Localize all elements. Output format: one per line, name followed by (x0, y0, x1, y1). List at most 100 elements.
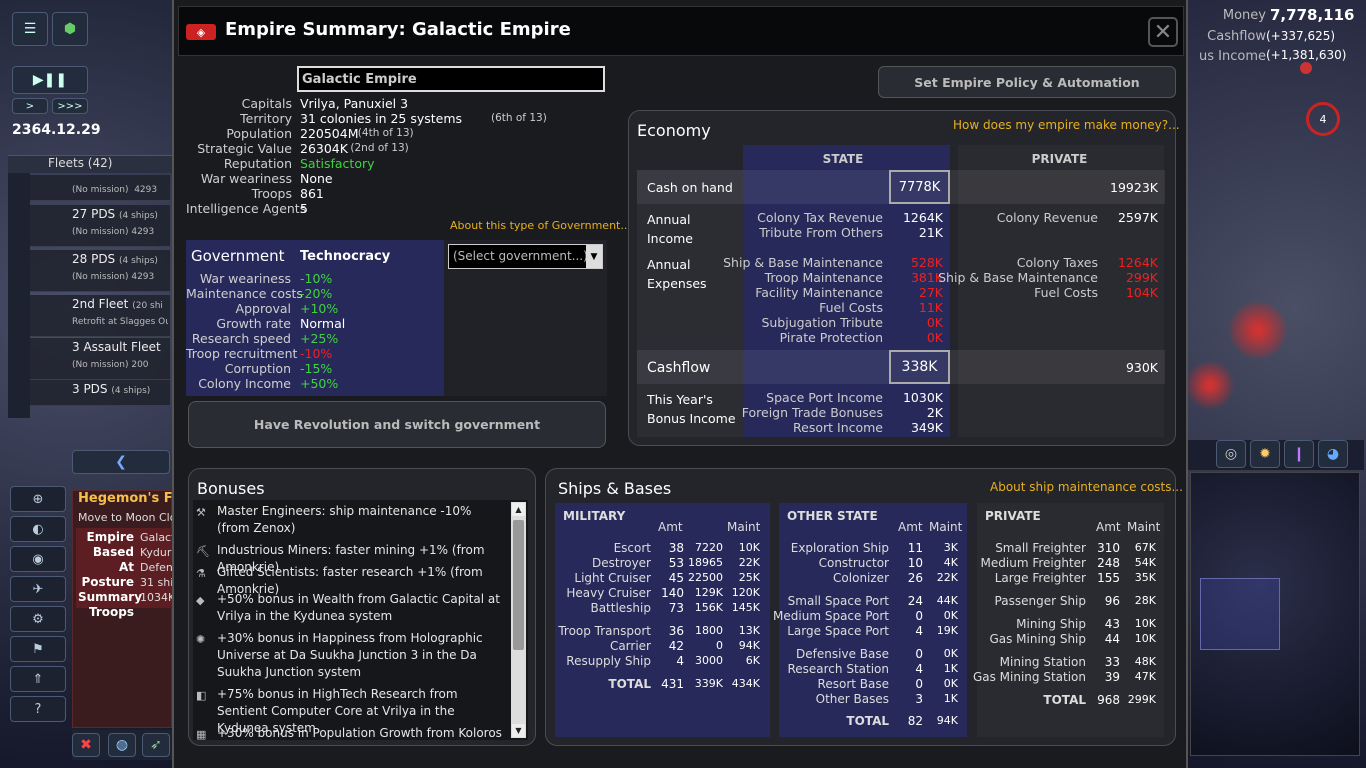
government-modifier-label: Maintenance costs (186, 286, 303, 301)
dialog-title: Empire Summary: Galactic Empire (225, 19, 571, 40)
flag-icon[interactable]: ⚑ (10, 636, 66, 662)
empire-info-value: Vrilya, Panuxiel 3 (300, 96, 409, 111)
empire-info-rank: (2nd of 13) (350, 142, 409, 154)
list-item[interactable]: 3 Assault Fleet (No mission) 200 (30, 338, 170, 380)
fuel-icon[interactable]: ◍ (108, 733, 136, 757)
private-ship-amount: 96 (1104, 594, 1120, 608)
help-hex-icon[interactable]: ⬢ (52, 12, 88, 46)
speed-fastest-button[interactable]: >>> (52, 98, 88, 114)
economy-line-label: Foreign Trade Bonuses (741, 405, 883, 420)
empire-info-value: 220504M (300, 126, 359, 141)
question-icon[interactable]: ? (10, 696, 66, 722)
list-item[interactable]: 28 PDS (4 ships) (No mission) 4293 (30, 250, 170, 292)
ships-title: Ships & Bases (558, 479, 672, 498)
private-ship-name: Large Freighter (994, 571, 1086, 585)
enemy-marker-icon[interactable]: 4 (1306, 102, 1340, 136)
scroll-down-icon[interactable]: ▼ (512, 724, 525, 737)
economy-line-value: 11K (918, 300, 943, 315)
gear-icon[interactable]: ⚙ (10, 606, 66, 632)
target-icon[interactable]: ⊕ (10, 486, 66, 512)
star-icon[interactable]: ✹ (1250, 440, 1280, 468)
eye-icon[interactable]: ◉ (10, 546, 66, 572)
state-header: STATE (822, 152, 864, 166)
annual-expenses-label: Annual Expenses (647, 257, 707, 291)
government-select[interactable]: (Select government...) ▼ (448, 244, 603, 269)
economy-line-value: 0K (926, 315, 943, 330)
military-title: MILITARY (563, 509, 626, 523)
scrollbar-thumb[interactable] (513, 520, 524, 650)
government-modifier-label: Corruption (224, 361, 291, 376)
economy-help-link[interactable]: How does my empire make money?... (953, 118, 1180, 132)
economy-line-label: Ship & Base Maintenance (723, 255, 883, 270)
other-ship-name: Colonizer (833, 571, 889, 585)
selected-fleet-values: Galact Kydur Defen 31 shi 1034K (140, 531, 176, 604)
list-item: ✺ +30% bonus in Happiness from Holographi… (196, 630, 506, 681)
military-amt-header: Amt (658, 520, 683, 534)
list-item[interactable]: 27 PDS (4 ships) (No mission) 4293 (30, 205, 170, 247)
economy-line-label: Resort Income (793, 420, 883, 435)
other-ship-maint: 0K (943, 609, 958, 622)
ship-maintenance-link[interactable]: About ship maintenance costs... (990, 480, 1183, 494)
military-ship-name: Carrier (609, 639, 651, 653)
cash-state-value: 7778K (889, 170, 950, 204)
list-item[interactable]: 2nd Fleet (20 shiRetrofit at Slagges Out… (30, 295, 170, 337)
collapse-left-icon[interactable]: ❮ (72, 450, 170, 474)
empire-name-input[interactable] (297, 66, 605, 92)
military-maint-header: Maint (727, 520, 761, 534)
ship-icon[interactable]: ✈ (10, 576, 66, 602)
empire-info-rank: (4th of 13) (357, 127, 414, 139)
menu-icon[interactable]: ☰ (12, 12, 48, 46)
other-ship-maint: 3K (943, 541, 958, 554)
fleets-header[interactable]: Fleets (42) (48, 156, 112, 170)
bonus-text: Master Engineers: ship maintenance -10% … (217, 504, 472, 535)
military-ship-name: Troop Transport (558, 624, 651, 638)
revolution-button[interactable]: Have Revolution and switch government (188, 401, 606, 448)
nebula-icon[interactable]: ❙ (1284, 440, 1314, 468)
economy-line-value: 27K (918, 285, 943, 300)
list-item[interactable]: 3 PDS (4 ships) (30, 380, 170, 406)
close-button[interactable]: ✕ (1148, 17, 1178, 47)
disband-icon[interactable]: ✖ (72, 733, 100, 757)
list-item[interactable]: (No mission) 4293 (30, 175, 170, 201)
other-ship-maint: 0K (943, 647, 958, 660)
military-ship-maint: 18965 (688, 556, 723, 569)
saturn-icon[interactable]: ◎ (1216, 440, 1246, 468)
government-modifier-label: War weariness (199, 271, 291, 286)
military-ship-name: Escort (613, 541, 651, 555)
empire-info-rank: (6th of 13) (491, 112, 547, 124)
attack-icon[interactable]: ➶ (142, 733, 170, 757)
private-ship-maint: 54K (1134, 556, 1156, 569)
economy-line-value: 299K (1125, 270, 1158, 285)
military-ship-cost: 13K (738, 624, 760, 637)
empire-info-value: 5 (300, 201, 308, 216)
economy-line-value: 1030K (902, 390, 943, 405)
empire-info-value: None (300, 171, 333, 186)
empire-info-value: Satisfactory (300, 156, 375, 171)
military-ship-maint: 0 (716, 639, 723, 652)
empire-info-value: 861 (300, 186, 324, 201)
cashflow-row-label: Cashflow (647, 360, 711, 376)
government-modifier-value: -10% (300, 271, 333, 286)
private-ship-maint: 299K (1127, 693, 1156, 706)
scroll-up-icon[interactable]: ▲ (512, 503, 525, 516)
bonuses-title: Bonuses (197, 479, 265, 498)
planet-icon[interactable]: ◐ (10, 516, 66, 542)
about-government-link[interactable]: About this type of Government... (450, 219, 631, 232)
military-ship-cost: 434K (731, 677, 760, 690)
chevron-down-icon[interactable]: ▼ (586, 245, 602, 268)
speed-fast-button[interactable]: > (12, 98, 48, 114)
other-ship-name: TOTAL (846, 714, 889, 728)
empire-policy-button[interactable]: Set Empire Policy & Automation (878, 66, 1176, 98)
military-panel (555, 503, 770, 737)
empire-info-label: Capitals (241, 96, 292, 111)
military-ship-amount: 38 (668, 541, 684, 555)
economy-line-label: Colony Revenue (996, 210, 1098, 225)
globe-icon[interactable]: ◕ (1318, 440, 1348, 468)
fleet-icon[interactable]: ⇑ (10, 666, 66, 692)
government-modifier-value: +25% (300, 331, 339, 346)
play-pause-button[interactable]: ▶❚❚ (12, 66, 88, 94)
bonus-income-value: (+1,381,630) (1266, 48, 1347, 62)
military-ship-amount: 45 (668, 571, 684, 585)
government-modifier-value: +10% (300, 301, 339, 316)
cash-private-value: 19923K (1110, 180, 1158, 195)
